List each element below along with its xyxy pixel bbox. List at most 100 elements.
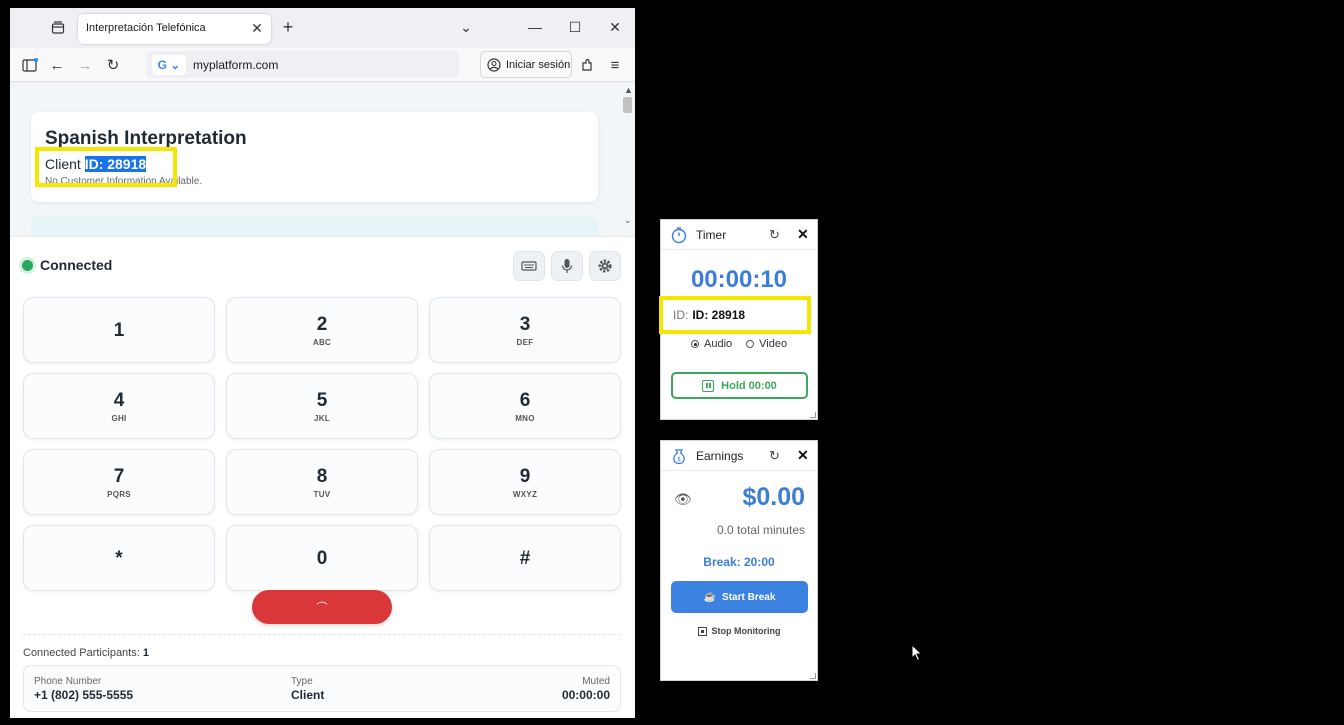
- keypad-key-1[interactable]: 2 ABC: [226, 297, 418, 363]
- keypad-toggle-button[interactable]: [513, 251, 545, 281]
- tab-close-icon[interactable]: ✕: [250, 21, 264, 35]
- browser-window: Interpretación Telefónica ✕ + ⌄ — ☐ ✕ ← …: [10, 8, 635, 718]
- muted-column: Muted 00:00:00: [562, 676, 610, 702]
- keypad-key-11[interactable]: #: [429, 525, 621, 591]
- earnings-header: $ Earnings ↻ ✕: [661, 441, 817, 471]
- status-dot: [22, 259, 33, 271]
- microphone-button[interactable]: [551, 251, 583, 281]
- tab-title: Interpretación Telefónica: [86, 22, 206, 34]
- muted-label: Muted: [582, 676, 610, 687]
- media-type-group: Audio Video: [691, 338, 787, 350]
- earnings-title: Earnings: [696, 449, 744, 463]
- earnings-amount: $0.00: [742, 483, 805, 511]
- new-tab-button[interactable]: +: [278, 17, 298, 37]
- gear-icon: [598, 259, 612, 273]
- resize-handle[interactable]: [810, 673, 816, 679]
- scroll-up-icon[interactable]: ▲: [624, 85, 633, 95]
- keypad-key-6[interactable]: 7 PQRS: [23, 449, 215, 515]
- key-digit: 6: [519, 390, 531, 411]
- close-icon[interactable]: ✕: [797, 447, 809, 464]
- url-text[interactable]: myplatform.com: [193, 58, 278, 72]
- refresh-icon[interactable]: ↻: [769, 448, 780, 464]
- resize-handle[interactable]: [810, 412, 816, 418]
- extensions-icon[interactable]: [576, 54, 598, 76]
- hangup-button[interactable]: ⌒: [252, 590, 392, 624]
- break-time: Break: 20:00: [703, 555, 775, 569]
- id-value: ID: 28918: [692, 308, 746, 322]
- minimize-button[interactable]: —: [525, 17, 545, 37]
- radio-unchecked-icon: [746, 340, 755, 348]
- id-label: ID:: [673, 308, 689, 322]
- timer-id-row: ID: ID: 28918: [673, 308, 745, 322]
- back-button[interactable]: ←: [46, 54, 68, 76]
- key-letters: TUV: [313, 490, 331, 499]
- type-column: Type Client: [291, 676, 324, 702]
- keypad-key-8[interactable]: 9 WXYZ: [429, 449, 621, 515]
- status-label: Connected: [40, 257, 113, 273]
- refresh-icon[interactable]: ↻: [769, 227, 780, 243]
- key-letters: ABC: [312, 338, 332, 347]
- participant-row: Phone Number +1 (802) 555-5555 Type Clie…: [23, 665, 621, 712]
- participants-count: 1: [142, 647, 149, 659]
- key-digit: 4: [113, 390, 125, 411]
- key-letters: PQRS: [107, 490, 131, 499]
- keypad-key-10[interactable]: 0: [226, 525, 418, 591]
- settings-button[interactable]: [589, 251, 621, 281]
- signin-button[interactable]: Iniciar sesión: [480, 51, 572, 78]
- keypad-key-0[interactable]: 1: [23, 297, 215, 363]
- timer-title: Timer: [696, 228, 727, 242]
- search-engine-icon[interactable]: G ⌄: [152, 55, 186, 75]
- stop-icon: [697, 626, 707, 636]
- timer-widget: Timer ↻ ✕ 00:00:10 ID: ID: 28918 Audio Vi…: [659, 219, 818, 420]
- keypad-key-2[interactable]: 3 DEF: [429, 297, 621, 363]
- scrollbar[interactable]: ▲ ⌄: [620, 83, 635, 228]
- scroll-down-icon[interactable]: ⌄: [624, 215, 632, 226]
- phone-hangup-icon: ⌒: [316, 602, 328, 614]
- hold-label: Hold 00:00: [721, 379, 777, 392]
- menu-icon[interactable]: ≡: [604, 54, 626, 76]
- radio-checked-icon: [691, 340, 699, 348]
- start-break-label: Start Break: [722, 591, 776, 603]
- key-digit: #: [519, 548, 531, 569]
- keypad-key-5[interactable]: 6 MNO: [429, 373, 621, 439]
- scroll-thumb[interactable]: [623, 97, 632, 113]
- key-digit: 5: [316, 390, 328, 411]
- chevron-down-icon[interactable]: ⌄: [456, 17, 476, 37]
- tab-active[interactable]: Interpretación Telefónica ✕: [78, 14, 271, 44]
- key-letters: MNO: [515, 414, 535, 423]
- key-digit: *: [115, 548, 123, 569]
- keypad-key-7[interactable]: 8 TUV: [226, 449, 418, 515]
- forward-button[interactable]: →: [74, 54, 96, 76]
- video-radio[interactable]: Video: [746, 338, 787, 350]
- maximize-button[interactable]: ☐: [565, 17, 585, 37]
- keypad-key-9[interactable]: *: [23, 525, 215, 591]
- close-icon[interactable]: ✕: [797, 226, 809, 243]
- page-content: Spanish Interpretation Client ID: 28918 …: [10, 83, 635, 718]
- total-minutes: 0.0 total minutes: [716, 523, 805, 537]
- microphone-icon: [561, 259, 573, 273]
- keypad-key-4[interactable]: 5 JKL: [226, 373, 418, 439]
- stop-monitoring-label: Stop Monitoring: [711, 626, 781, 636]
- earnings-widget: $ Earnings ↻ ✕ 👁 $0.00 0.0 total minutes…: [660, 440, 818, 681]
- divider: [23, 634, 621, 635]
- participants-label-text: Connected Participants:: [23, 647, 140, 659]
- start-break-button[interactable]: ☕ Start Break: [671, 581, 808, 613]
- muted-value: 00:00:00: [561, 688, 610, 702]
- close-window-button[interactable]: ✕: [605, 17, 625, 37]
- key-digit: 9: [519, 466, 531, 487]
- keypad-key-3[interactable]: 4 GHI: [23, 373, 215, 439]
- audio-radio[interactable]: Audio: [691, 338, 732, 350]
- desktop: Interpretación Telefónica ✕ + ⌄ — ☐ ✕ ← …: [0, 0, 1344, 725]
- tab-list-icon[interactable]: [48, 18, 68, 38]
- eye-icon[interactable]: 👁: [674, 491, 692, 508]
- url-bar[interactable]: G ⌄ myplatform.com: [146, 51, 459, 78]
- hold-button[interactable]: Hold 00:00: [671, 372, 808, 399]
- participants-label: Connected Participants: 1: [23, 647, 149, 659]
- dialer-panel: Connected 1 2 ABC 3 DEF 4 GHI 5 JKL 6 MNO 7 PQRS 8 TUV…: [10, 236, 635, 718]
- key-digit: 3: [519, 314, 531, 335]
- stop-monitoring-button[interactable]: Stop Monitoring: [661, 626, 817, 636]
- key-letters: JKL: [313, 414, 330, 423]
- sidebar-icon[interactable]: [19, 54, 41, 76]
- reload-button[interactable]: ↻: [102, 54, 124, 76]
- pause-icon: [702, 379, 715, 392]
